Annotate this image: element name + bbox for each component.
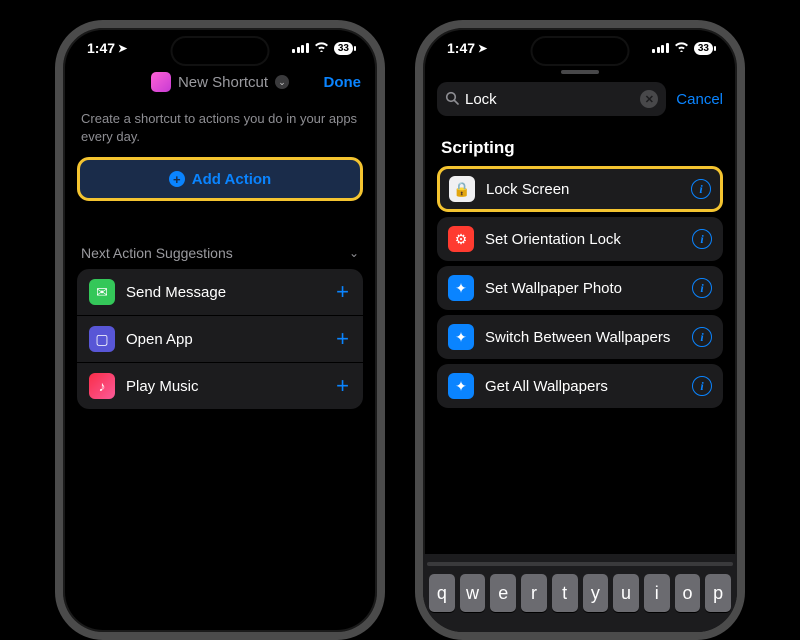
search-icon — [445, 91, 459, 108]
suggestions-header[interactable]: Next Action Suggestions ⌄ — [63, 201, 377, 269]
gear-icon: ⚙ — [448, 226, 474, 252]
action-get-all-wallpapers[interactable]: ✦ Get All Wallpapers i — [437, 364, 723, 408]
key-u[interactable]: u — [613, 574, 639, 612]
done-button[interactable]: Done — [324, 74, 362, 91]
shortcut-icon — [151, 72, 171, 92]
dynamic-island — [533, 38, 628, 64]
messages-icon: ✉ — [89, 279, 115, 305]
status-time: 1:47 — [447, 40, 475, 56]
wifi-icon — [314, 41, 329, 55]
keyboard-divider — [427, 562, 733, 566]
suggestions-list: ✉ Send Message + ▢ Open App + ♪ Play Mus… — [77, 269, 363, 409]
suggestion-label: Send Message — [126, 284, 325, 301]
cancel-button[interactable]: Cancel — [676, 91, 723, 108]
key-q[interactable]: q — [429, 574, 455, 612]
keyboard[interactable]: q w e r t y u i o p — [423, 554, 737, 632]
plus-icon[interactable]: + — [336, 373, 351, 399]
plus-icon[interactable]: + — [336, 279, 351, 305]
action-set-wallpaper-photo[interactable]: ✦ Set Wallpaper Photo i — [437, 266, 723, 310]
nav-bar: New Shortcut ⌄ Done — [63, 60, 377, 104]
info-icon[interactable]: i — [692, 278, 712, 298]
info-icon[interactable]: i — [692, 229, 712, 249]
suggestions-header-label: Next Action Suggestions — [81, 245, 233, 261]
key-w[interactable]: w — [460, 574, 486, 612]
suggestion-open-app[interactable]: ▢ Open App + — [77, 316, 363, 363]
chevron-down-icon: ⌄ — [349, 246, 359, 260]
action-label: Set Orientation Lock — [485, 231, 681, 248]
battery-icon: 33 — [694, 42, 713, 55]
plus-circle-icon: + — [169, 171, 185, 187]
dynamic-island — [173, 38, 268, 64]
battery-icon: 33 — [334, 42, 353, 55]
phone-right: 1:47 ➤ 33 Lock ✕ Cancel Scripting 🔒 Lock… — [415, 20, 745, 640]
suggestion-play-music[interactable]: ♪ Play Music + — [77, 363, 363, 409]
suggestion-label: Play Music — [126, 378, 325, 395]
suggestion-send-message[interactable]: ✉ Send Message + — [77, 269, 363, 316]
signal-icon — [292, 43, 309, 53]
key-e[interactable]: e — [490, 574, 516, 612]
wallpaper-icon: ✦ — [448, 275, 474, 301]
shortcut-title: New Shortcut — [178, 74, 268, 91]
key-r[interactable]: r — [521, 574, 547, 612]
action-label: Set Wallpaper Photo — [485, 280, 681, 297]
status-time: 1:47 — [87, 40, 115, 56]
shortcut-title-button[interactable]: New Shortcut ⌄ — [151, 72, 289, 92]
signal-icon — [652, 43, 669, 53]
wifi-icon — [674, 41, 689, 55]
clear-icon[interactable]: ✕ — [640, 90, 658, 108]
info-icon[interactable]: i — [691, 179, 711, 199]
location-icon: ➤ — [478, 42, 487, 55]
subtitle-text: Create a shortcut to actions you do in y… — [63, 104, 377, 157]
info-icon[interactable]: i — [692, 376, 712, 396]
action-label: Get All Wallpapers — [485, 378, 681, 395]
music-icon: ♪ — [89, 373, 115, 399]
sheet-grabber[interactable] — [561, 70, 599, 74]
action-lock-screen[interactable]: 🔒 Lock Screen i — [437, 166, 723, 212]
chevron-down-icon: ⌄ — [275, 75, 289, 89]
suggestion-label: Open App — [126, 331, 325, 348]
action-set-orientation-lock[interactable]: ⚙ Set Orientation Lock i — [437, 217, 723, 261]
key-i[interactable]: i — [644, 574, 670, 612]
key-p[interactable]: p — [705, 574, 731, 612]
action-switch-wallpapers[interactable]: ✦ Switch Between Wallpapers i — [437, 315, 723, 359]
section-title: Scripting — [423, 124, 737, 166]
location-icon: ➤ — [118, 42, 127, 55]
actions-list: 🔒 Lock Screen i ⚙ Set Orientation Lock i… — [437, 166, 723, 408]
search-row: Lock ✕ Cancel — [423, 82, 737, 124]
search-input[interactable]: Lock ✕ — [437, 82, 666, 116]
plus-icon[interactable]: + — [336, 326, 351, 352]
action-label: Lock Screen — [486, 181, 680, 198]
app-icon: ▢ — [89, 326, 115, 352]
search-value: Lock — [465, 91, 634, 108]
add-action-button[interactable]: + Add Action — [77, 157, 363, 201]
phone-left: 1:47 ➤ 33 New Shortcut ⌄ Done Create a s… — [55, 20, 385, 640]
wallpaper-icon: ✦ — [448, 373, 474, 399]
key-t[interactable]: t — [552, 574, 578, 612]
wallpaper-icon: ✦ — [448, 324, 474, 350]
key-o[interactable]: o — [675, 574, 701, 612]
action-label: Switch Between Wallpapers — [485, 329, 681, 346]
info-icon[interactable]: i — [692, 327, 712, 347]
add-action-label: Add Action — [192, 171, 271, 188]
lock-icon: 🔒 — [449, 176, 475, 202]
key-y[interactable]: y — [583, 574, 609, 612]
